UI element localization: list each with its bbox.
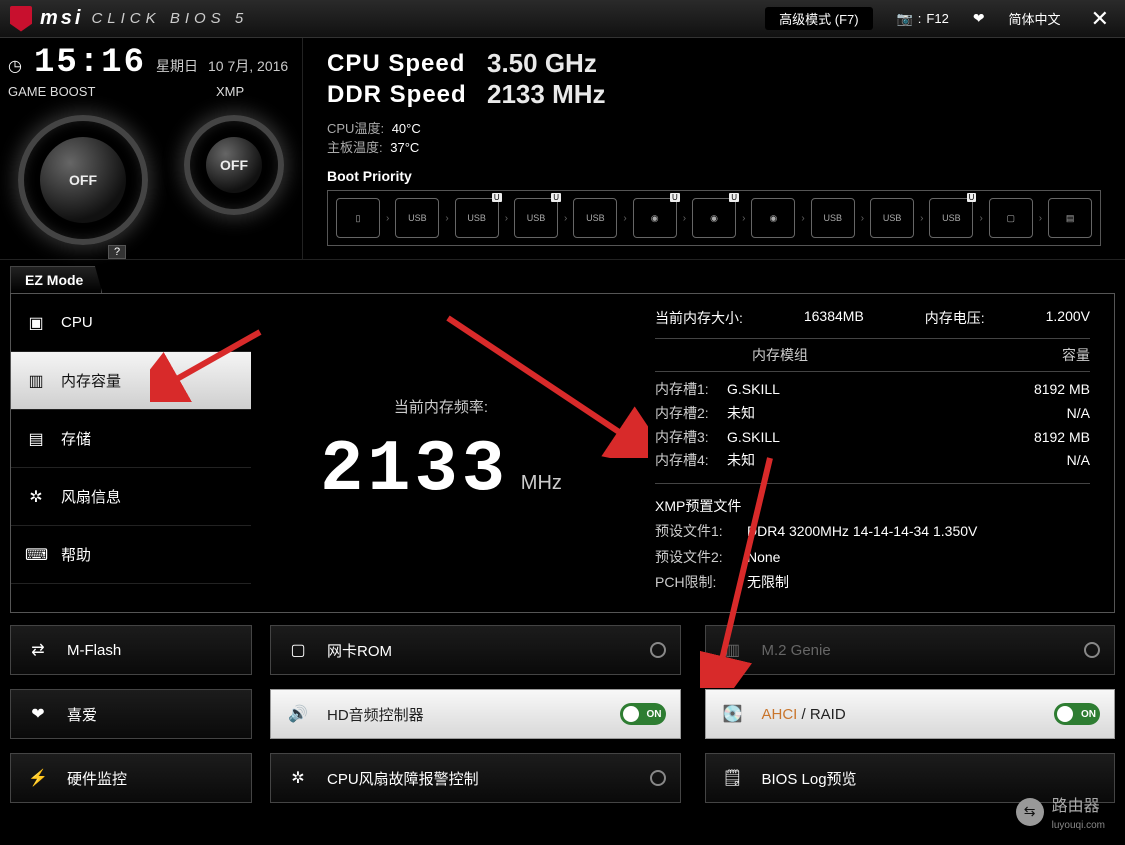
freq-label: 当前内存频率: xyxy=(394,396,488,417)
toggle-on[interactable]: ON xyxy=(620,703,666,725)
capacity-header: 容量 xyxy=(905,345,1090,365)
xmp-profile-2: None xyxy=(747,549,780,565)
clock-time: 15:16 xyxy=(34,44,146,82)
router-icon: ⇆ xyxy=(1016,798,1044,826)
hwmonitor-button[interactable]: ⚡ 硬件监控 xyxy=(10,753,252,803)
fan-icon: ✲ xyxy=(25,487,47,507)
xmp-state: OFF xyxy=(206,137,262,193)
log-icon: 🗒 xyxy=(720,768,746,788)
product-text: CLICK BIOS 5 xyxy=(91,10,248,27)
camera-icon: 📷 xyxy=(897,11,913,27)
close-button[interactable]: ✕ xyxy=(1085,6,1115,32)
fan-fail-button[interactable]: ✲ CPU风扇故障报警控制 xyxy=(270,753,681,803)
module-header: 内存模组 xyxy=(655,345,905,365)
memory-slot-row: 内存槽1:G.SKILL8192 MB xyxy=(655,378,1090,402)
xmp-profiles-label: XMP预置文件 xyxy=(655,494,1090,519)
mflash-button[interactable]: ⇄ M-Flash xyxy=(10,625,252,675)
sidebar-item-help[interactable]: ⌨ 帮助 xyxy=(11,526,251,584)
boot-device-usb[interactable]: USBU xyxy=(929,198,973,238)
m2-genie-button[interactable]: ▥ M.2 Genie xyxy=(705,625,1116,675)
boot-device-usb[interactable]: USB xyxy=(573,198,617,238)
cpu-icon: ▣ xyxy=(25,313,47,333)
toggle-on[interactable]: ON xyxy=(1054,703,1100,725)
advanced-mode-button[interactable]: 高级模式 (F7) xyxy=(765,7,872,30)
shield-icon xyxy=(10,6,32,32)
clock-date: 10 7月, 2016 xyxy=(208,56,288,76)
boot-device-floppy[interactable]: ▢ xyxy=(989,198,1033,238)
radio-off-icon xyxy=(1084,642,1100,658)
clock-weekday: 星期日 xyxy=(156,56,198,76)
disk-icon: 💽 xyxy=(720,704,746,724)
heart-icon: ❤ xyxy=(25,704,51,724)
sidebar-item-fan[interactable]: ✲ 风扇信息 xyxy=(11,468,251,526)
sidebar-item-cpu[interactable]: ▣ CPU xyxy=(11,294,251,352)
sidebar-item-memory[interactable]: ▥ 内存容量 xyxy=(11,352,251,410)
memory-frequency-panel: 当前内存频率: 2133 MHz xyxy=(251,294,631,612)
msi-logo: msi CLICK BIOS 5 xyxy=(10,6,248,32)
freq-unit: MHz xyxy=(521,472,562,494)
cpu-speed-label: CPU Speed xyxy=(327,50,469,78)
lan-rom-button[interactable]: ▢ 网卡ROM xyxy=(270,625,681,675)
topbar: msi CLICK BIOS 5 高级模式 (F7) 📷: F12 ❤ 简体中文… xyxy=(0,0,1125,38)
hd-audio-button[interactable]: 🔊 HD音频控制器 ON xyxy=(270,689,681,739)
cpu-temp-label: CPU温度: xyxy=(327,121,384,136)
memory-slot-row: 内存槽2:未知N/A xyxy=(655,402,1090,426)
boot-device-cd[interactable]: ◉U xyxy=(692,198,736,238)
system-info-panel: MB: Z170 KRAIT GAMING (MS-7984) CPU: Int… xyxy=(1119,38,1125,259)
ddr-speed-value: 2133 MHz xyxy=(487,79,606,110)
boot-device-net[interactable]: ▤ xyxy=(1048,198,1092,238)
cpu-speed-value: 3.50 GHz xyxy=(487,48,597,79)
boot-priority-strip[interactable]: ▯› USB› USBU› USBU› USB› ◉U› ◉U› ◉› USB›… xyxy=(327,190,1101,246)
screenshot-button[interactable]: 📷: F12 xyxy=(897,11,949,27)
language-selector[interactable]: 简体中文 xyxy=(1009,9,1061,28)
xmp-label: XMP xyxy=(216,84,244,99)
ahci-raid-button[interactable]: 💽 AHCI / RAID ON xyxy=(705,689,1116,739)
boot-priority-label: Boot Priority xyxy=(327,168,1101,184)
freq-value: 2133 xyxy=(320,429,509,511)
boot-device-usb[interactable]: USB xyxy=(395,198,439,238)
boot-device-cd[interactable]: ◉U xyxy=(633,198,677,238)
radio-off-icon xyxy=(650,770,666,786)
xmp-profile-1: DDR4 3200MHz 14-14-14-34 1.350V xyxy=(747,523,977,539)
memory-slot-row: 内存槽4:未知N/A xyxy=(655,449,1090,473)
mem-size: 16384MB xyxy=(804,308,864,324)
mem-volt: 1.200V xyxy=(1046,308,1090,324)
flash-icon: ⇄ xyxy=(25,640,51,660)
mb-temp-label: 主板温度: xyxy=(327,140,383,155)
memory-details-panel: 当前内存大小: 16384MB 内存电压: 1.200V 内存模组 容量 内存槽… xyxy=(631,294,1114,612)
brand-text: msi xyxy=(40,7,83,30)
nic-icon: ▢ xyxy=(285,640,311,660)
ez-mode-tab[interactable]: EZ Mode xyxy=(10,266,102,293)
memory-slot-row: 内存槽3:G.SKILL8192 MB xyxy=(655,426,1090,450)
boot-device-usb[interactable]: USB xyxy=(811,198,855,238)
boot-device-usb[interactable]: USBU xyxy=(455,198,499,238)
fan-warn-icon: ✲ xyxy=(285,768,311,788)
ez-sidebar: ▣ CPU ▥ 内存容量 ▤ 存储 ✲ 风扇信息 ⌨ 帮助 xyxy=(11,294,251,612)
ddr-speed-label: DDR Speed xyxy=(327,81,469,109)
pch-limit: 无限制 xyxy=(747,574,789,590)
game-boost-label: GAME BOOST xyxy=(8,84,216,99)
sidebar-item-storage[interactable]: ▤ 存储 xyxy=(11,410,251,468)
game-boost-dial[interactable]: OFF xyxy=(8,105,158,255)
hotkey-icon: ⌨ xyxy=(25,545,47,565)
boot-device-hdd[interactable]: ▯ xyxy=(336,198,380,238)
help-icon[interactable]: ? xyxy=(108,245,126,259)
memory-icon: ▥ xyxy=(25,371,47,391)
storage-icon: ▤ xyxy=(25,429,47,449)
watermark: ⇆ 路由器 luyouqi.com xyxy=(1016,792,1105,831)
m2-icon: ▥ xyxy=(720,640,746,660)
audio-icon: 🔊 xyxy=(285,704,311,724)
monitor-icon: ⚡ xyxy=(25,768,51,788)
mb-temp-value: 37°C xyxy=(390,140,419,155)
boot-device-usb[interactable]: USBU xyxy=(514,198,558,238)
favorite-button[interactable]: ❤ 喜爱 xyxy=(10,689,252,739)
game-boost-state: OFF xyxy=(40,137,126,223)
heart-icon[interactable]: ❤ xyxy=(973,10,985,27)
boot-device-cd[interactable]: ◉ xyxy=(751,198,795,238)
radio-off-icon xyxy=(650,642,666,658)
boot-device-usb[interactable]: USB xyxy=(870,198,914,238)
xmp-dial[interactable]: OFF xyxy=(174,105,294,225)
cpu-temp-value: 40°C xyxy=(392,121,421,136)
clock-icon: ◷ xyxy=(8,56,22,76)
